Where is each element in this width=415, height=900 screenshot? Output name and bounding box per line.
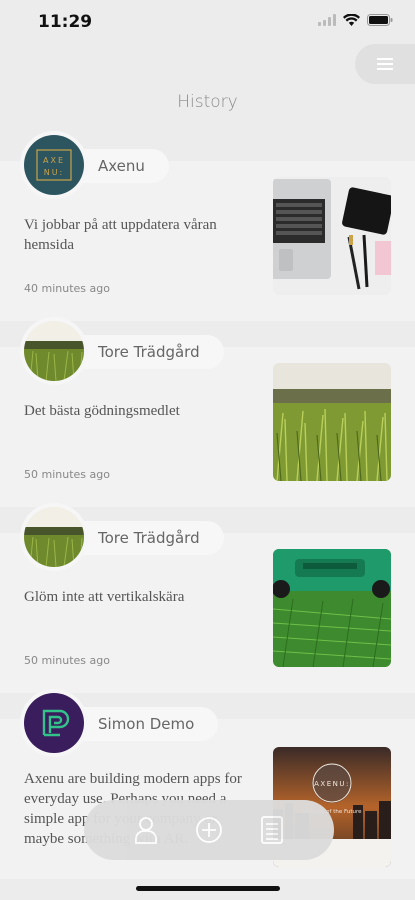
feed-post[interactable]: Tore Trädgård Glöm inte att vertikalskär… xyxy=(0,507,415,693)
axenu-logo-avatar[interactable]: AXE NU: xyxy=(24,135,84,195)
post-timestamp: 50 minutes ago xyxy=(24,468,110,481)
lawn-mower-photo[interactable] xyxy=(273,549,391,667)
grass-closeup-photo[interactable] xyxy=(273,363,391,481)
profile-icon xyxy=(134,817,157,844)
post-text: Det bästa gödningsmedlet xyxy=(24,403,180,419)
laptop-desk-photo[interactable] xyxy=(273,177,391,295)
simon-logo-avatar[interactable] xyxy=(24,693,84,753)
clock: 11:29 xyxy=(38,12,93,32)
post-text: Glöm inte att vertikalskära xyxy=(24,589,185,605)
post-timestamp: 50 minutes ago xyxy=(24,654,110,667)
wifi-icon xyxy=(343,14,360,26)
add-button[interactable] xyxy=(194,815,224,845)
author-name[interactable]: Simon Demo xyxy=(82,707,219,741)
author-name[interactable]: Tore Trädgård xyxy=(82,335,224,369)
menu-button[interactable] xyxy=(355,44,415,84)
author-name[interactable]: Tore Trädgård xyxy=(82,521,224,555)
svg-text:NU:: NU: xyxy=(44,168,65,177)
home-indicator[interactable] xyxy=(136,886,280,891)
hamburger-icon xyxy=(377,58,393,70)
history-feed[interactable]: AXE NU: Axenu Vi jobbar på att uppdatera… xyxy=(0,135,415,879)
thumb-logo-text: AXENU: xyxy=(314,780,350,788)
list-icon xyxy=(261,816,284,844)
battery-icon xyxy=(367,14,393,26)
post-timestamp: 40 minutes ago xyxy=(24,282,110,295)
status-icons xyxy=(318,14,393,26)
post-text: Vi jobbar på att uppdatera våran hemsida xyxy=(24,217,217,253)
status-bar: 11:29 xyxy=(0,0,415,46)
feed-post[interactable]: Tore Trädgård Det bästa gödningsmedlet 5… xyxy=(0,321,415,507)
grass-avatar[interactable] xyxy=(24,321,84,381)
svg-text:AXE: AXE xyxy=(43,156,65,165)
grass-avatar[interactable] xyxy=(24,507,84,567)
feed-post[interactable]: AXE NU: Axenu Vi jobbar på att uppdatera… xyxy=(0,135,415,321)
author-name[interactable]: Axenu xyxy=(82,149,169,183)
profile-button[interactable] xyxy=(131,815,161,845)
cellular-signal-icon xyxy=(318,14,336,26)
add-icon xyxy=(196,817,222,843)
page-title: History xyxy=(177,92,238,112)
list-button[interactable] xyxy=(257,815,287,845)
bottom-nav xyxy=(84,800,334,860)
